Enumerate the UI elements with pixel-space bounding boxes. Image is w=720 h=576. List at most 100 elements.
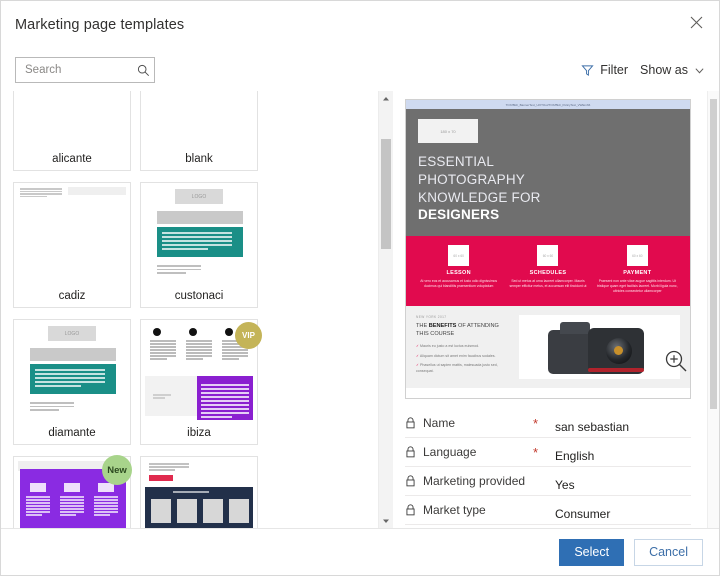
feature-body: At vero eos et accusamus et iusto odio d… (420, 279, 498, 289)
preview-url: TOX/Bldr_BannerText_Url/TOut/TOX/Bldr_Po… (505, 102, 591, 107)
check-icon: ✓ (416, 353, 420, 358)
property-row: Name * san sebastian (405, 409, 691, 438)
cancel-button[interactable]: Cancel (634, 538, 703, 566)
lock-icon (405, 446, 423, 458)
preview-feature-column: 60 x 60 SCHEDULES Sed ut metus at urna l… (503, 245, 592, 294)
template-card-label: alicante (52, 153, 92, 165)
template-card-blank[interactable]: blank (140, 91, 258, 171)
preview-camera-image (519, 314, 687, 379)
benefits-heading-pre: THE (416, 322, 429, 329)
property-row: Optimized forMobile (405, 525, 691, 528)
property-row: Market type Consumer (405, 496, 691, 525)
template-card-diamante[interactable]: LOGO diamante (13, 319, 131, 445)
preview-benefits-text: NEW YORK 2017 THE BENEFITS OF ATTENDING … (416, 315, 511, 379)
preview-logo-placeholder: 180 x 70 (418, 119, 478, 143)
preview-feature-column: 60 x 60 PAYMENT Praesent non ante vitae … (593, 245, 682, 294)
template-gallery: alicante blank cadiz LOGO custonaci LOGO diama… (1, 91, 393, 528)
template-thumbnail (145, 91, 253, 148)
preview-benefits-section: NEW YORK 2017 THE BENEFITS OF ATTENDING … (406, 305, 690, 388)
property-value[interactable]: English (551, 442, 691, 463)
template-card-alicante[interactable]: alicante (13, 91, 131, 171)
feature-title: LESSON (446, 270, 471, 277)
check-icon: ✓ (416, 363, 420, 368)
feature-body: Sed ut metus at urna laoreet ullamcorper… (509, 279, 587, 289)
preview-scrollbar[interactable] (707, 91, 719, 528)
lock-icon (405, 475, 423, 487)
feature-image-placeholder: 60 x 60 (537, 245, 559, 267)
filter-button[interactable]: Filter (581, 63, 628, 77)
required-marker: * (533, 444, 539, 460)
select-button[interactable]: Select (559, 538, 625, 566)
benefits-kicker: NEW YORK 2017 (416, 314, 447, 319)
dialog-body: alicante blank cadiz LOGO custonaci LOGO diama… (1, 91, 719, 528)
benefits-heading: THE BENEFITS OF ATTENDING THIS COURSE (416, 322, 511, 338)
template-thumbnail: LOGO (145, 187, 253, 285)
preview-frame: TOX/Bldr_BannerText_Url/TOut/TOX/Bldr_Po… (405, 99, 691, 399)
preview-scroll-thumb[interactable] (710, 99, 717, 409)
property-label: Market type (423, 503, 486, 517)
chevron-down-icon (694, 65, 705, 76)
preview-feature-row: 60 x 60 LESSON At vero eos et accusamus … (406, 236, 690, 306)
search-box[interactable] (15, 57, 155, 83)
feature-image-placeholder: 60 x 60 (448, 245, 470, 267)
template-card-cadiz[interactable]: cadiz (13, 182, 131, 308)
template-card-label: diamante (48, 427, 96, 439)
template-card-mallorca[interactable]: Newmallorca (13, 455, 132, 528)
headline-line-4: DESIGNERS (418, 207, 500, 223)
property-row: Marketing provided Yes (405, 467, 691, 496)
property-value[interactable]: Consumer (551, 500, 691, 521)
template-card-label: cadiz (58, 290, 86, 302)
show-as-button[interactable]: Show as (640, 63, 705, 77)
page-title: Marketing page templates (15, 17, 185, 33)
template-preview-panel: TOX/Bldr_BannerText_Url/TOut/TOX/Bldr_Po… (393, 91, 719, 528)
lock-icon (405, 417, 423, 429)
template-card-ibiza[interactable]: VIP ibiza (140, 319, 262, 445)
search-icon (137, 64, 150, 77)
preview-headline: ESSENTIAL PHOTOGRAPHY KNOWLEDGE FOR DESI… (418, 153, 678, 224)
scroll-down-icon[interactable] (379, 513, 393, 528)
feature-title: SCHEDULES (529, 270, 567, 277)
feature-title: PAYMENT (623, 270, 652, 277)
toolbar-right: Filter Show as (581, 49, 705, 91)
template-properties: Name * san sebastian Language * English Market… (405, 409, 691, 528)
feature-image-placeholder: 60 x 60 (626, 245, 648, 267)
dialog-header: Marketing page templates (1, 1, 719, 49)
check-icon: ✓ (416, 343, 420, 348)
template-thumbnail (18, 187, 126, 285)
filter-icon (581, 64, 594, 77)
preview-browser-bar: TOX/Bldr_BannerText_Url/TOut/TOX/Bldr_Po… (406, 100, 690, 109)
gallery-scroll-thumb[interactable] (381, 139, 391, 249)
benefit-bullet: ✓ Aliquam dictum sit amet enim faucibus … (416, 353, 496, 358)
scroll-up-icon[interactable] (379, 91, 393, 106)
preview-hero: 180 x 70 ESSENTIAL PHOTOGRAPHY KNOWLEDGE… (406, 109, 690, 237)
gallery-scrollbar[interactable] (378, 91, 393, 528)
zoom-in-icon[interactable] (664, 349, 688, 373)
template-card-label: ibiza (187, 427, 211, 439)
preview-feature-column: 60 x 60 LESSON At vero eos et accusamus … (414, 245, 503, 294)
template-thumbnail: LOGO (18, 324, 126, 422)
template-card-label: custonaci (174, 290, 224, 302)
benefits-heading-bold: BENEFITS (428, 322, 457, 329)
property-value[interactable]: san sebastian (551, 413, 691, 434)
close-icon[interactable] (681, 7, 711, 37)
status-badge: New (102, 455, 132, 485)
headline-line-2: PHOTOGRAPHY (418, 171, 525, 187)
property-row: Language * English (405, 438, 691, 467)
filter-label: Filter (600, 63, 629, 77)
property-label: Language (423, 445, 477, 459)
dialog-footer: Select Cancel (1, 528, 719, 575)
template-card-custonaci[interactable]: LOGO custonaci (140, 182, 258, 308)
template-thumbnail (145, 461, 253, 528)
template-thumbnail (18, 91, 126, 148)
property-label: Name (423, 416, 456, 430)
property-value[interactable]: Yes (551, 471, 691, 492)
template-card-marbella[interactable]: marbella (140, 456, 258, 528)
camera-icon (547, 316, 652, 378)
headline-line-1: ESSENTIAL (418, 154, 495, 169)
required-marker: * (533, 415, 539, 431)
template-picker-dialog: Marketing page templates Filter Show as (0, 0, 720, 576)
property-label: Marketing provided (423, 474, 526, 488)
status-badge: VIP (235, 322, 262, 349)
search-input[interactable] (25, 64, 137, 76)
headline-line-3: KNOWLEDGE FOR (418, 189, 541, 205)
